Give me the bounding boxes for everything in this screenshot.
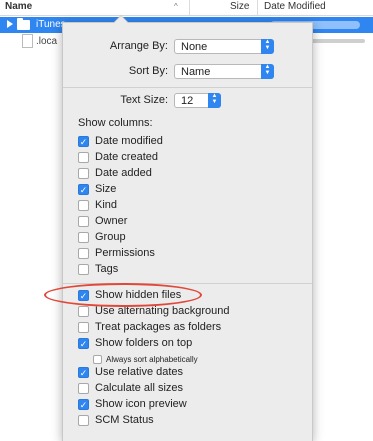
checkbox-checked-icon[interactable]: ✓: [78, 338, 89, 349]
arrange-by-value: None: [181, 41, 208, 53]
sort-ascending-icon: ^: [174, 2, 178, 11]
column-option-label: Date created: [95, 151, 158, 163]
view-option-label: Always sort alphabetically: [106, 355, 198, 364]
popover-arrow: [113, 15, 129, 23]
text-size-label: Text Size:: [120, 94, 168, 106]
view-option-label: Show folders on top: [95, 337, 193, 349]
show-columns-label: Show columns:: [78, 117, 153, 129]
view-option-label: Use relative dates: [95, 366, 184, 378]
column-date-modified[interactable]: Date Modified: [264, 1, 326, 12]
checkbox-unchecked-icon[interactable]: [78, 383, 89, 394]
arrange-by-label: Arrange By:: [109, 40, 168, 52]
checkbox-unchecked-icon[interactable]: [78, 415, 89, 426]
checkbox-unchecked-icon[interactable]: [78, 152, 89, 163]
view-option-label: Show icon preview: [95, 398, 187, 410]
disclosure-triangle-icon[interactable]: [7, 20, 13, 28]
sort-by-value: Name: [181, 66, 211, 78]
folder-icon: [17, 18, 30, 30]
column-option-label: Date added: [95, 167, 152, 179]
checkbox-unchecked-icon[interactable]: [78, 248, 89, 259]
column-option-label: Size: [95, 183, 117, 195]
sort-by-select[interactable]: Name ▲ ▼: [174, 64, 274, 79]
column-name[interactable]: Name: [5, 1, 32, 12]
column-option-label: Owner: [95, 215, 128, 227]
text-size-value: 12: [181, 95, 194, 107]
column-option-label: Kind: [95, 199, 118, 211]
column-separator[interactable]: [189, 0, 190, 15]
column-option-label: Group: [95, 231, 126, 243]
checkbox-checked-icon[interactable]: ✓: [78, 136, 89, 147]
column-option-label: Date modified: [95, 135, 163, 147]
checkbox-unchecked-icon[interactable]: [78, 264, 89, 275]
document-icon: [22, 34, 33, 48]
view-options-panel: Arrange By: None ▲ ▼ Sort By: Name ▲ ▼ Tex…: [62, 15, 313, 441]
chevron-updown-icon: ▲ ▼: [261, 64, 274, 79]
chevron-updown-icon: ▲ ▼: [208, 93, 221, 108]
column-option-label: Tags: [95, 263, 119, 275]
checkbox-unchecked-icon[interactable]: [78, 216, 89, 227]
view-option-label: Calculate all sizes: [95, 382, 184, 394]
sort-by-label: Sort By:: [128, 65, 168, 77]
column-separator[interactable]: [257, 0, 258, 15]
checkbox-checked-icon[interactable]: ✓: [78, 399, 89, 410]
column-option-label: Permissions: [95, 247, 155, 259]
arrange-by-select[interactable]: None ▲ ▼: [174, 39, 274, 54]
checkbox-unchecked-icon[interactable]: [78, 168, 89, 179]
view-option-label: SCM Status: [95, 414, 154, 426]
chevron-updown-icon: ▲ ▼: [261, 39, 274, 54]
file-name: .loca: [36, 36, 58, 47]
checkbox-unchecked-icon[interactable]: [78, 200, 89, 211]
checkbox-unchecked-icon[interactable]: [93, 355, 102, 364]
checkbox-unchecked-icon[interactable]: [78, 232, 89, 243]
checkbox-unchecked-icon[interactable]: [78, 306, 89, 317]
column-header: Name ^ Size Date Modified: [0, 0, 373, 16]
column-size[interactable]: Size: [230, 1, 249, 12]
divider: [63, 87, 312, 88]
checkbox-checked-icon[interactable]: ✓: [78, 184, 89, 195]
annotation-ellipse: [44, 283, 202, 307]
view-option-label: Treat packages as folders: [95, 321, 222, 333]
text-size-select[interactable]: 12 ▲ ▼: [174, 93, 221, 108]
checkbox-checked-icon[interactable]: ✓: [78, 367, 89, 378]
checkbox-unchecked-icon[interactable]: [78, 322, 89, 333]
